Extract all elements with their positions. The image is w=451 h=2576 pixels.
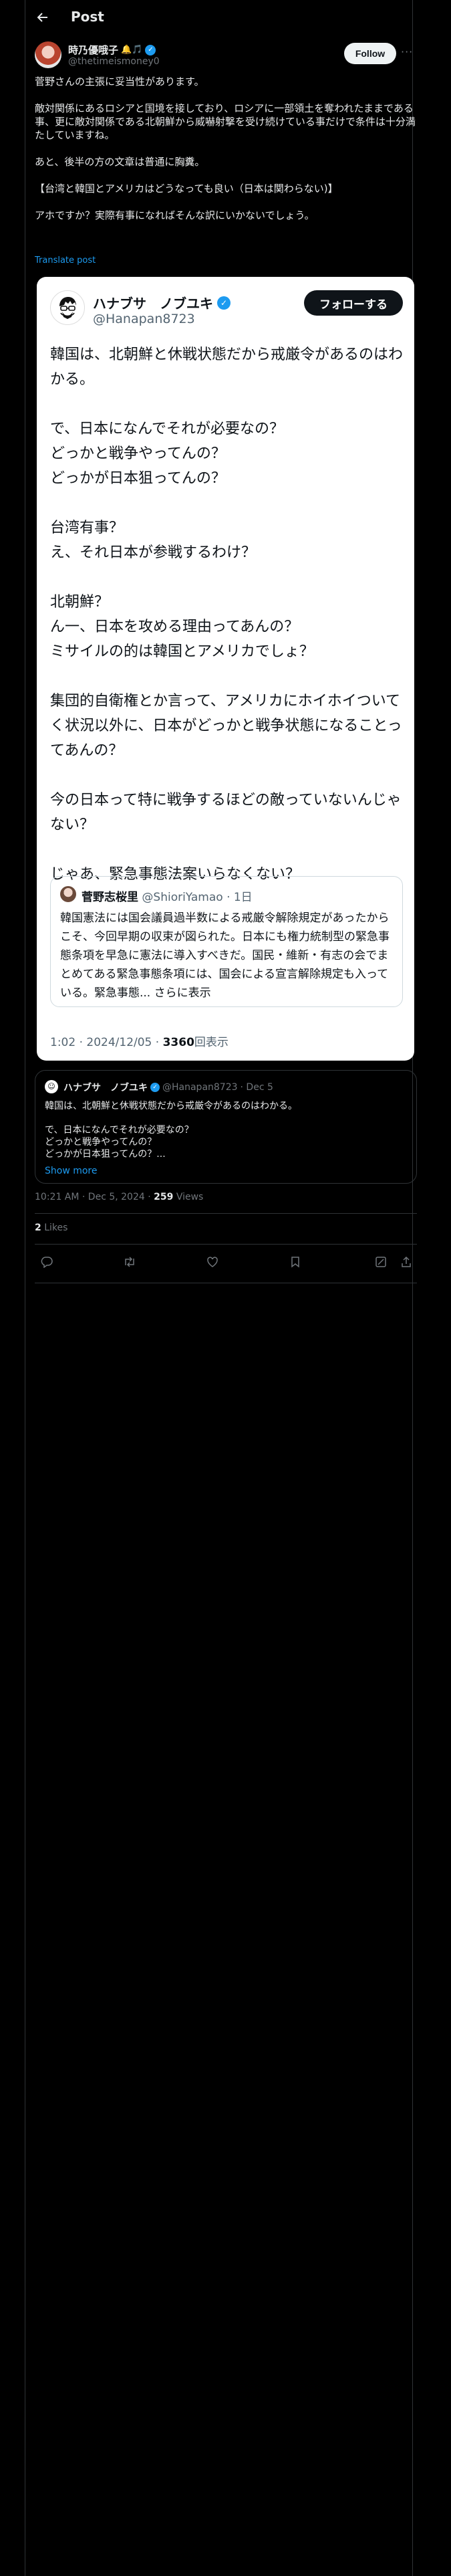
card-paragraph: 今の日本って特に戦争するほどの敵っていないんじゃない？ <box>50 792 402 833</box>
attached-screenshot-image[interactable]: ハナブサ ノブユキ ✓ @Hanapan8723 フォローする 韓国は、北朝鮮と… <box>37 277 414 1061</box>
quote-show-more: さらに表示 <box>154 986 211 1000</box>
page-title: Post <box>71 9 104 25</box>
more-options-icon[interactable]: ··· <box>401 45 413 58</box>
author-emoji: 🔔🎵 <box>121 45 143 55</box>
card-author-handle: @Hanapan8723 <box>93 312 195 326</box>
quote-author-avatar <box>60 886 76 902</box>
quoted-date: · Dec 5 <box>240 1082 273 1093</box>
card-paragraph: で、日本になんでそれが必要なの？ どっかと戦争やってんの？ どっかが日本狙ってん… <box>50 421 285 487</box>
post-paragraph: 【台湾と韓国とアメリカはどうなっても良い（日本は関わらない)】 <box>35 183 338 195</box>
card-quoted-post: 菅野志桜里 @ShioriYamao · 1日 韓国憲法には国会議員過半数による… <box>50 876 403 1007</box>
repost-icon[interactable] <box>122 1256 138 1272</box>
card-meta-views-label: 回表示 <box>194 1036 229 1049</box>
card-meta-views: 3360 <box>162 1036 194 1049</box>
likes-label: Likes <box>41 1222 68 1233</box>
share-icon[interactable] <box>398 1256 414 1272</box>
divider <box>35 1213 417 1214</box>
card-text: 韓国は、北朝鮮と休戦状態だから戒厳令があるのはわかる。 で、日本になんでそれが必… <box>50 342 404 911</box>
post-meta: 10:21 AM · Dec 5, 2024 · 259 Views <box>35 1192 203 1202</box>
post-paragraph: アホですか？実際有事になればそんな訳にいかないでしょう。 <box>35 209 315 221</box>
verified-badge-icon: ✓ <box>145 44 156 56</box>
quote-text: 韓国憲法には国会議員過半数による戒厳令解除規定があったからこそ、今回早期の収束が… <box>60 911 390 1000</box>
quoted-line: どっかと戦争やってんの？ <box>45 1137 157 1148</box>
author-handle[interactable]: @thetimeismoney0 <box>68 56 160 67</box>
quoted-author-avatar: ☺ <box>45 1080 58 1093</box>
card-meta-time: 1:02 · 2024/12/05 · <box>50 1036 163 1049</box>
post-views-label: Views <box>173 1192 204 1202</box>
card-paragraph: 集団的自衛権とか言って、アメリカにホイホイついてく状況以外に、日本がどっかと戦争… <box>50 693 402 759</box>
card-author-name-row: ハナブサ ノブユキ ✓ <box>93 293 231 312</box>
reply-icon[interactable] <box>39 1256 55 1272</box>
quote-author-handle: @ShioriYamao <box>142 891 223 904</box>
quoted-header: ハナブサ ノブユキ ✓ @Hanapan8723 · Dec 5 <box>63 1081 273 1094</box>
post-text: 菅野さんの主張に妥当性があります。 敵対関係にあるロシアと国境を接しており、ロシ… <box>35 75 417 235</box>
card-author-name: ハナブサ ノブユキ <box>93 296 213 312</box>
card-paragraph: 台湾有事？ え、それ日本が参戦するわけ？ <box>50 520 257 561</box>
quoted-author-name: ハナブサ ノブユキ <box>63 1083 148 1093</box>
author-avatar[interactable] <box>35 41 61 68</box>
divider <box>35 1244 417 1245</box>
card-follow-button: フォローする <box>304 290 403 316</box>
show-more-link[interactable]: Show more <box>45 1166 98 1176</box>
quote-author-name: 菅野志桜里 <box>82 891 138 904</box>
post-paragraph: あと、後半の方の文章は普通に胸糞。 <box>35 156 205 168</box>
quote-time: · 1日 <box>227 891 253 904</box>
quoted-line: どっかが日本狙ってんの？... <box>45 1149 166 1160</box>
post-views: 259 <box>154 1192 174 1202</box>
card-verified-badge-icon: ✓ <box>217 296 231 310</box>
card-author-avatar <box>50 290 85 325</box>
likes-count[interactable]: 2 Likes <box>35 1222 67 1233</box>
quoted-verified-badge-icon: ✓ <box>150 1083 160 1092</box>
quoted-line: で、日本になんでそれが必要なの？ <box>45 1125 194 1136</box>
post-paragraph: 菅野さんの主張に妥当性があります。 <box>35 76 204 88</box>
card-paragraph: 北朝鮮？ ん一、日本を攻める理由ってあんの？ ミサイルの的は韓国とアメリカでしょ… <box>50 594 314 660</box>
follow-button[interactable]: Follow <box>344 43 396 64</box>
author-name-row[interactable]: 時乃優哦子 🔔🎵 ✓ <box>68 43 156 57</box>
quoted-text: 韓国は、北朝鮮と休戦状態だから戒厳令があるのはわかる。 で、日本になんでそれが必… <box>45 1100 406 1160</box>
action-bar <box>35 1253 417 1275</box>
post-paragraph: 敵対関係にあるロシアと国境を接しており、ロシアに一部領土を奪われたままである事、… <box>35 102 416 141</box>
post-time[interactable]: 10:21 AM · Dec 5, 2024 · <box>35 1192 154 1202</box>
quoted-author-handle: @Hanapan8723 <box>162 1082 238 1093</box>
quote-header: 菅野志桜里 @ShioriYamao · 1日 <box>82 887 253 904</box>
author-name[interactable]: 時乃優哦子 <box>68 43 118 57</box>
quoted-tweet[interactable]: ☺ ハナブサ ノブユキ ✓ @Hanapan8723 · Dec 5 韓国は、北… <box>35 1070 417 1184</box>
bookmark-icon[interactable] <box>287 1256 303 1272</box>
like-icon[interactable] <box>204 1256 220 1272</box>
back-arrow-icon[interactable] <box>35 9 51 25</box>
card-paragraph: 韓国は、北朝鮮と休戦状態だから戒厳令があるのはわかる。 <box>50 346 404 388</box>
likes-number: 2 <box>35 1222 41 1233</box>
translate-post-link[interactable]: Translate post <box>35 255 96 265</box>
grok-icon[interactable] <box>373 1256 389 1272</box>
card-meta: 1:02 · 2024/12/05 · 3360回表示 <box>50 1033 229 1049</box>
quoted-line: 韓国は、北朝鮮と休戦状態だから戒厳令があるのはわかる。 <box>45 1101 297 1111</box>
quote-text-block: 韓国憲法には国会議員過半数による戒厳令解除規定があったからこそ、今回早期の収束が… <box>60 909 394 1002</box>
